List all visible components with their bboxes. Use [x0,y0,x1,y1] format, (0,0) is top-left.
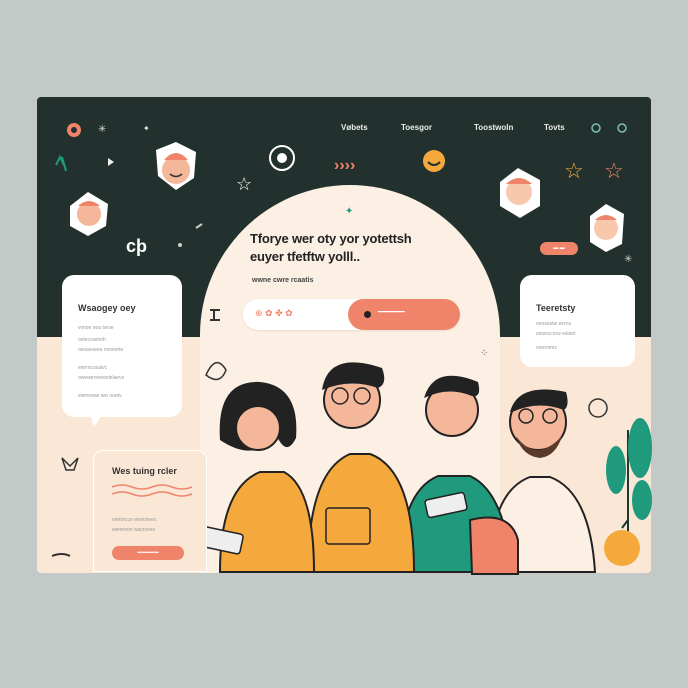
card-bottom-button[interactable]: ━━━━━━━ [112,546,184,560]
card-left-line-4: ewrrocosalvc [78,365,108,371]
card-left-title: Wsaogey oey [78,303,136,313]
refresh-icon [588,398,608,418]
smile-icon [423,150,445,172]
wave-icon [112,484,192,497]
search-button-dot-icon [364,311,371,318]
chevrons-icon: ›››› [334,157,355,174]
toggle-icon-2 [617,123,627,133]
search-icons: ⊕ ✿ ✤ ✿ [255,308,293,318]
crown-icon [61,457,79,471]
card-left-line-3: oevaeveea nvoeerte [78,347,124,353]
feature-card-right[interactable]: Teeretsty oeosestw eerns cewnccnrw eslae… [520,275,635,367]
nav-item-3[interactable]: Toostwoln [474,123,513,132]
star-icon: ☆ [564,158,584,183]
card-bottom-line-2: wemreon wacrcees [112,527,156,533]
card-left-line-6: ewmrwae ww ooetv [78,393,122,399]
card-right-line-1: oeosestw eerns [536,321,572,327]
nav-item-1[interactable]: Vøbets [341,123,368,132]
card-bottom-title: Wes tuing rcler [112,466,177,476]
card-right-line-2: cewnccnrw eslaet [536,331,576,337]
card-right-title: Teeretsty [536,303,576,313]
nav-item-2[interactable]: Toesgor [401,123,432,132]
feature-card-bottom[interactable]: Wes tuing rcler oemrrcce eermnees wemreo… [93,450,207,572]
card-left-tail [90,415,102,427]
star-small-icon: ✦ [143,124,150,133]
star-outline-icon: ☆ [236,174,252,194]
bracket-icon [210,309,220,321]
hero-headline-line2: euyer tfetftw yolll.. [250,249,360,264]
asterisk-icon: ✳ [624,254,632,265]
people-illustration [196,362,597,575]
sparkle-icon-2: ✦ [345,206,353,217]
feature-card-left[interactable]: Wsaogey oey vvnoe noa tsroe ovteccwmeh o… [62,275,182,417]
sprout-icon [55,154,67,172]
sticker-avatar-2 [70,192,108,236]
sticker-avatar-1 [156,142,196,190]
hero-subline: wwne cwre rcaatis [252,277,314,284]
sparkle-icon: ✳ [98,124,106,135]
card-right-line-3: ooeromrc [536,345,558,351]
hero-headline: Tforye wer oty yor yotettsh euyer tfetft… [250,230,412,266]
card-bottom-line-1: oemrrcce eermnees [112,517,157,523]
leaf-outline-icon [205,361,227,381]
hero-headline-line1: Tforye wer oty yor yotettsh [250,231,412,246]
card-left-line-1: vvnoe noa tsroe [78,325,114,331]
nav-item-4[interactable]: Tovts [544,123,565,132]
search-button[interactable]: ━━━━━━━━ [348,299,460,330]
dots-icon: ⁘ [480,348,488,359]
card-left-line-2: ovteccwmeh [78,337,106,343]
top-pill-button[interactable]: ▬ ▬ [540,242,578,255]
logo-mark: cþ [126,236,148,256]
triangle-icon [108,158,114,166]
star-icon-2: ☆ [604,158,624,183]
sticker-avatar-3 [500,168,540,218]
sticker-avatar-4 [590,204,624,252]
toggle-icon [591,123,601,133]
card-left-line-5: owewersrewoinlaevs [78,375,125,381]
search-button-label: ━━━━━━━━ [378,309,405,316]
plant-illustration [604,418,652,566]
